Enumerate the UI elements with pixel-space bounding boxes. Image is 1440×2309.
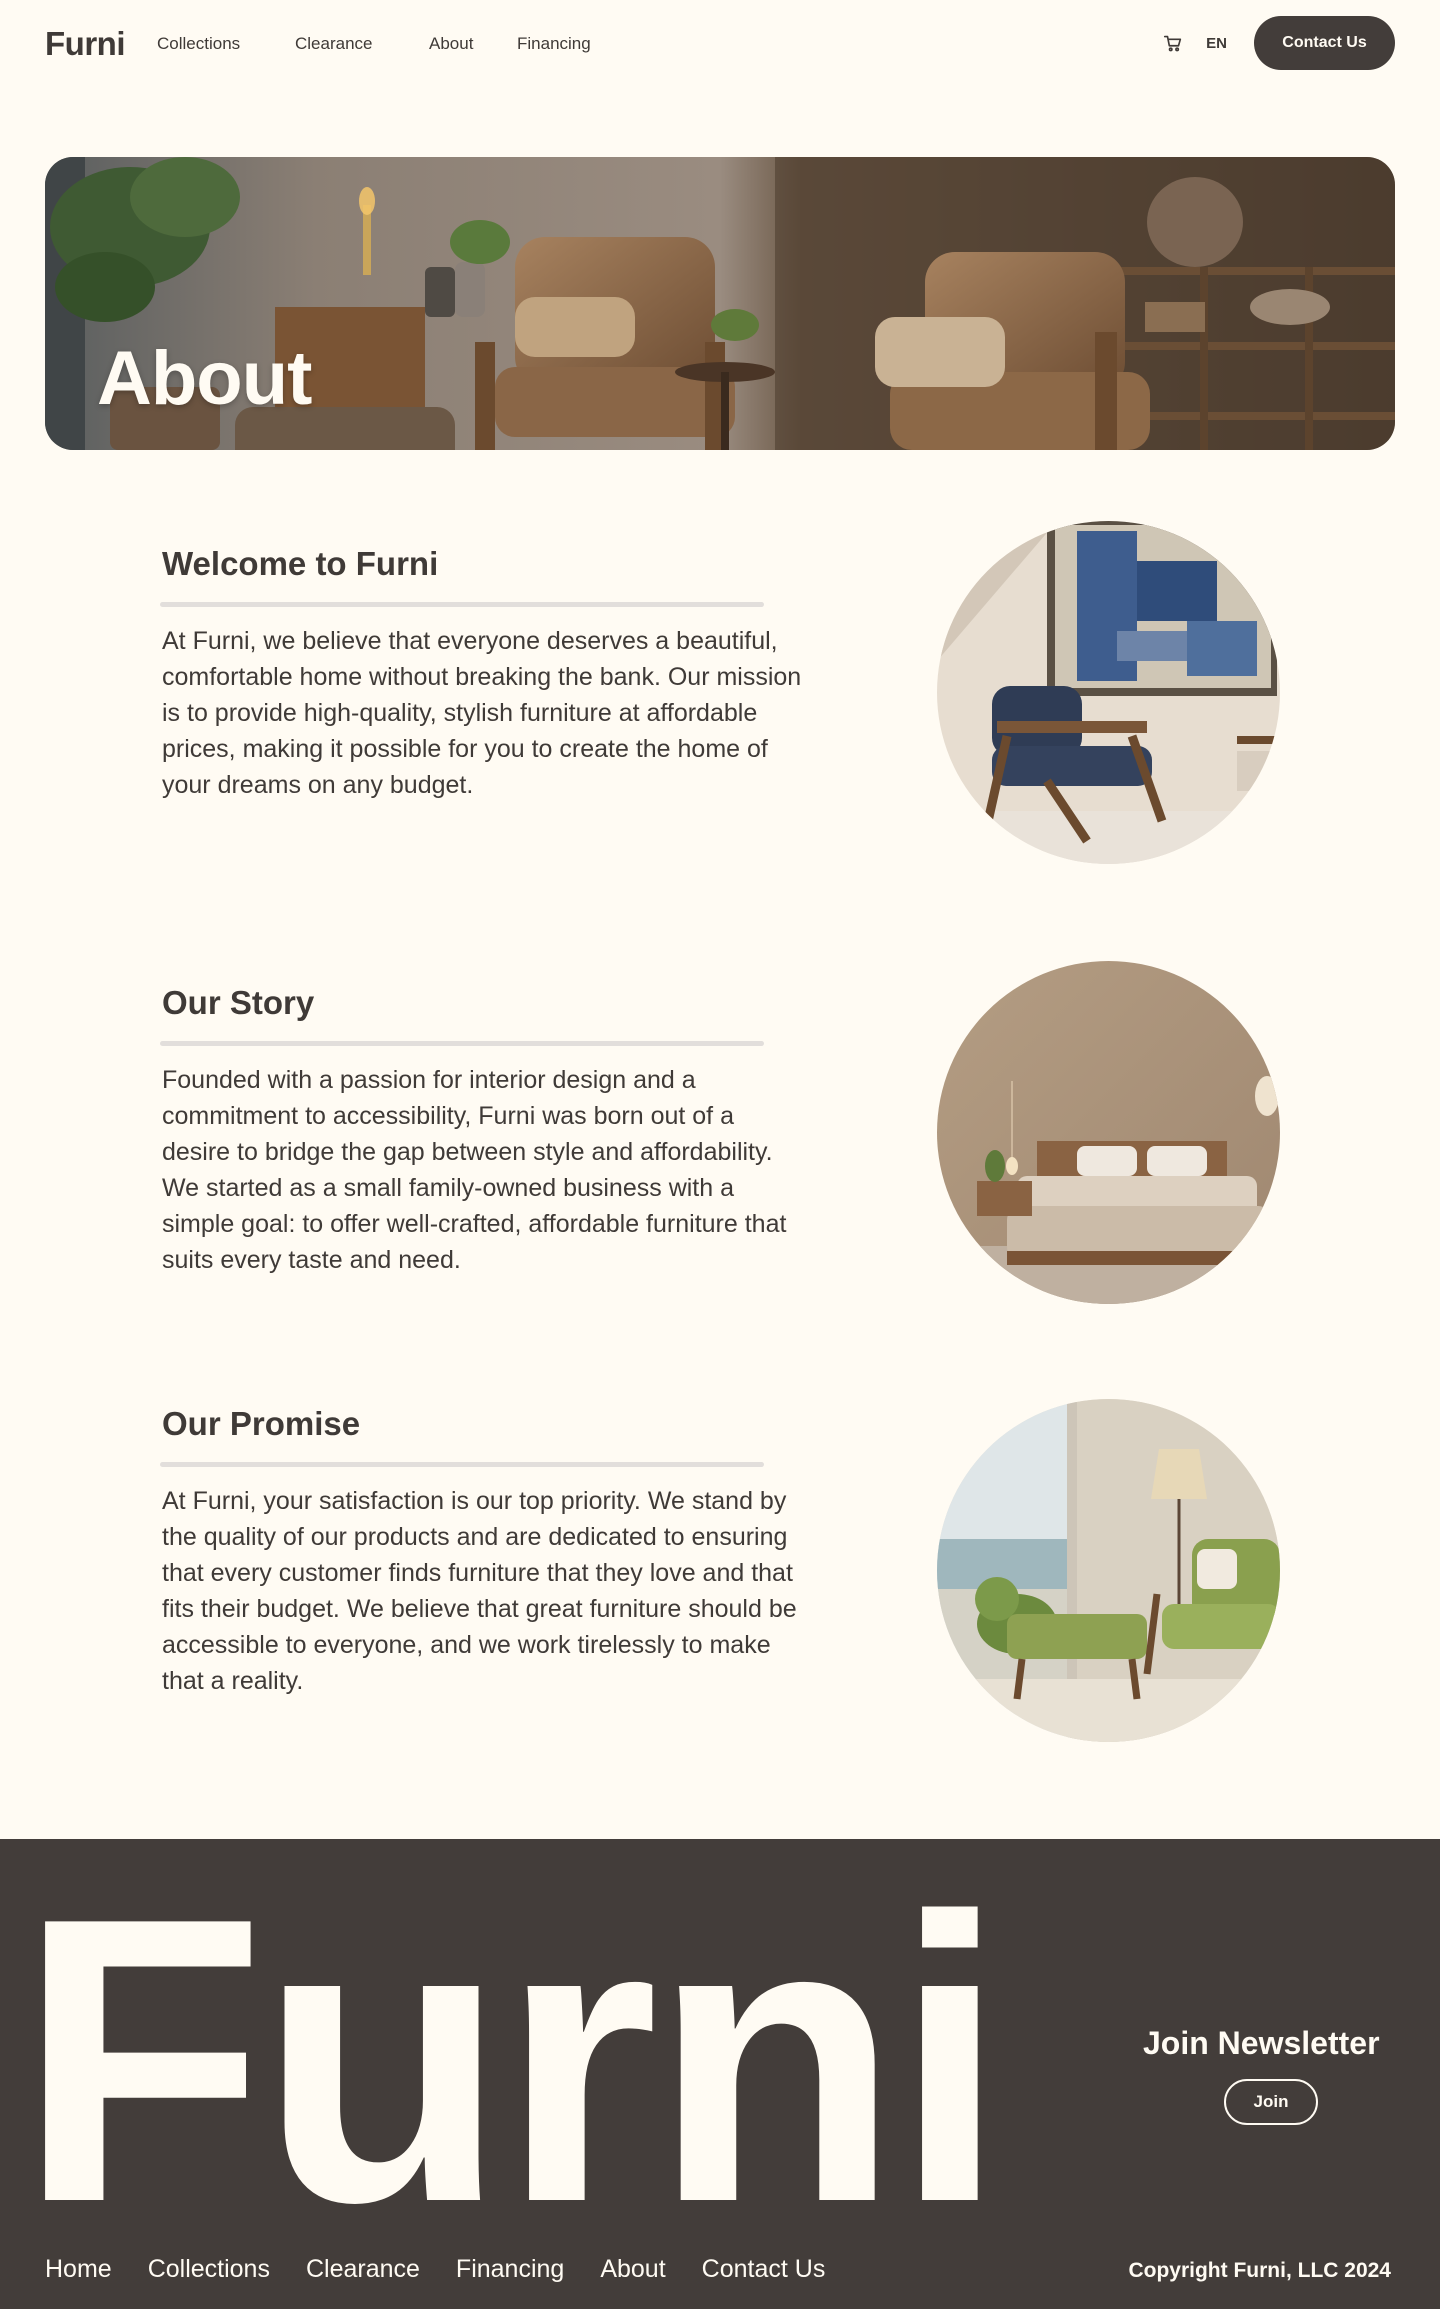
section-title: Welcome to Furni <box>162 545 439 582</box>
footer-link-financing[interactable]: Financing <box>456 2255 564 2284</box>
section-our-promise: Our Promise At Furni, your satisfaction … <box>160 1405 802 1699</box>
our-promise-image <box>937 1399 1280 1742</box>
footer: Furni Join Newsletter Join Home Collecti… <box>0 1839 1440 2309</box>
nav-actions: EN Contact Us <box>1162 16 1395 70</box>
join-newsletter-button[interactable]: Join <box>1224 2079 1318 2125</box>
section-divider <box>160 602 764 608</box>
footer-wordmark: Furni <box>18 1833 1006 2286</box>
nav-collections[interactable]: Collections <box>157 34 240 54</box>
section-title: Our Promise <box>162 1405 361 1442</box>
section-divider <box>160 1462 764 1468</box>
page-title: About <box>97 336 312 421</box>
our-story-image <box>937 961 1280 1304</box>
footer-link-contact[interactable]: Contact Us <box>702 2255 826 2284</box>
footer-link-about[interactable]: About <box>600 2255 665 2284</box>
language-selector[interactable]: EN <box>1206 35 1227 52</box>
newsletter-title: Join Newsletter <box>1143 2025 1380 2061</box>
section-body: At Furni, we believe that everyone deser… <box>162 627 802 800</box>
contact-us-button[interactable]: Contact Us <box>1254 16 1395 70</box>
footer-link-collections[interactable]: Collections <box>148 2255 270 2284</box>
welcome-image <box>937 521 1280 864</box>
hero-banner: About <box>45 157 1395 450</box>
section-body: At Furni, your satisfaction is our top p… <box>162 1487 797 1696</box>
section-our-story: Our Story Founded with a passion for int… <box>160 984 802 1278</box>
cart-icon[interactable] <box>1162 32 1184 54</box>
footer-nav: Home Collections Clearance Financing Abo… <box>45 2255 825 2284</box>
section-welcome: Welcome to Furni At Furni, we believe th… <box>160 545 802 803</box>
nav-financing[interactable]: Financing <box>517 34 591 54</box>
section-divider <box>160 1041 764 1047</box>
logo[interactable]: Furni <box>45 25 125 63</box>
nav-clearance[interactable]: Clearance <box>295 34 373 54</box>
top-nav: Furni Collections Clearance About Financ… <box>45 16 1395 72</box>
footer-link-home[interactable]: Home <box>45 2255 112 2284</box>
copyright: Copyright Furni, LLC 2024 <box>1128 2259 1391 2282</box>
section-body: Founded with a passion for interior desi… <box>162 1066 787 1275</box>
footer-link-clearance[interactable]: Clearance <box>306 2255 420 2284</box>
nav-about[interactable]: About <box>429 34 473 54</box>
section-title: Our Story <box>162 984 315 1021</box>
